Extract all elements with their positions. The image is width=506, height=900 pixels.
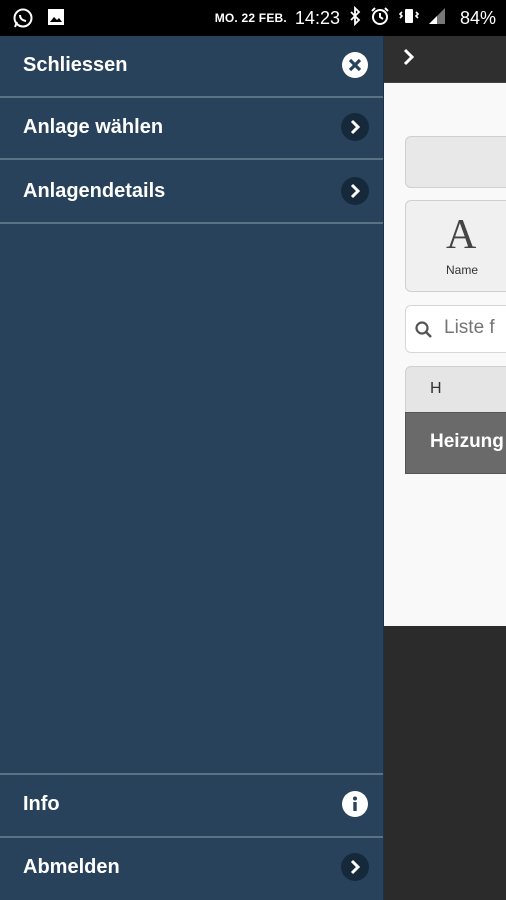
sort-glyph: A [446, 212, 477, 258]
menu-item-label: Info [23, 793, 60, 815]
list-group-letter: H [430, 380, 442, 397]
image-icon [46, 7, 66, 34]
close-drawer-button[interactable]: Schliessen [0, 36, 383, 98]
close-icon [341, 51, 369, 79]
sort-by-name-button[interactable]: A Name [405, 200, 506, 292]
info-icon [341, 790, 369, 818]
list-item-label: Heizung [430, 431, 504, 452]
chevron-right-icon[interactable] [401, 47, 417, 72]
chevron-right-icon [341, 853, 369, 881]
vibrate-icon [398, 6, 420, 31]
whatsapp-icon [12, 7, 34, 34]
menu-item-anlage-waehlen[interactable]: Anlage wählen [0, 98, 383, 160]
close-label: Schliessen [23, 54, 128, 76]
menu-item-abmelden[interactable]: Abmelden [0, 838, 383, 900]
menu-item-info[interactable]: Info [0, 773, 383, 838]
menu-item-label: Abmelden [23, 856, 120, 878]
menu-item-anlagendetails[interactable]: Anlagendetails [0, 162, 383, 224]
chevron-right-icon [341, 113, 369, 141]
list-filter-search[interactable] [405, 305, 506, 353]
search-input[interactable] [444, 316, 506, 340]
menu-item-label: Anlagendetails [23, 180, 166, 202]
app-toolbar-button[interactable] [405, 136, 506, 188]
battery-percent: 84% [459, 7, 496, 28]
status-date: MO. 22 FEB. [214, 11, 287, 25]
alarm-icon [370, 6, 390, 31]
bluetooth-icon [348, 5, 362, 31]
signal-icon [428, 7, 446, 30]
list-group-header: H [405, 366, 506, 412]
chevron-right-icon [341, 177, 369, 205]
status-time: 14:23 [294, 7, 340, 28]
background-app: A Name H Heizung [383, 36, 506, 900]
menu-item-label: Anlage wählen [23, 116, 164, 138]
search-icon [414, 320, 434, 345]
list-item[interactable]: Heizung [405, 412, 506, 474]
status-bar: MO. 22 FEB. 14:23 84% [0, 0, 506, 36]
app-header [383, 36, 506, 83]
app-content: A Name H Heizung [383, 83, 506, 626]
sort-label: Name [446, 263, 479, 277]
navigation-drawer: Schliessen Anlage wählen Anlagendetails … [0, 36, 384, 900]
